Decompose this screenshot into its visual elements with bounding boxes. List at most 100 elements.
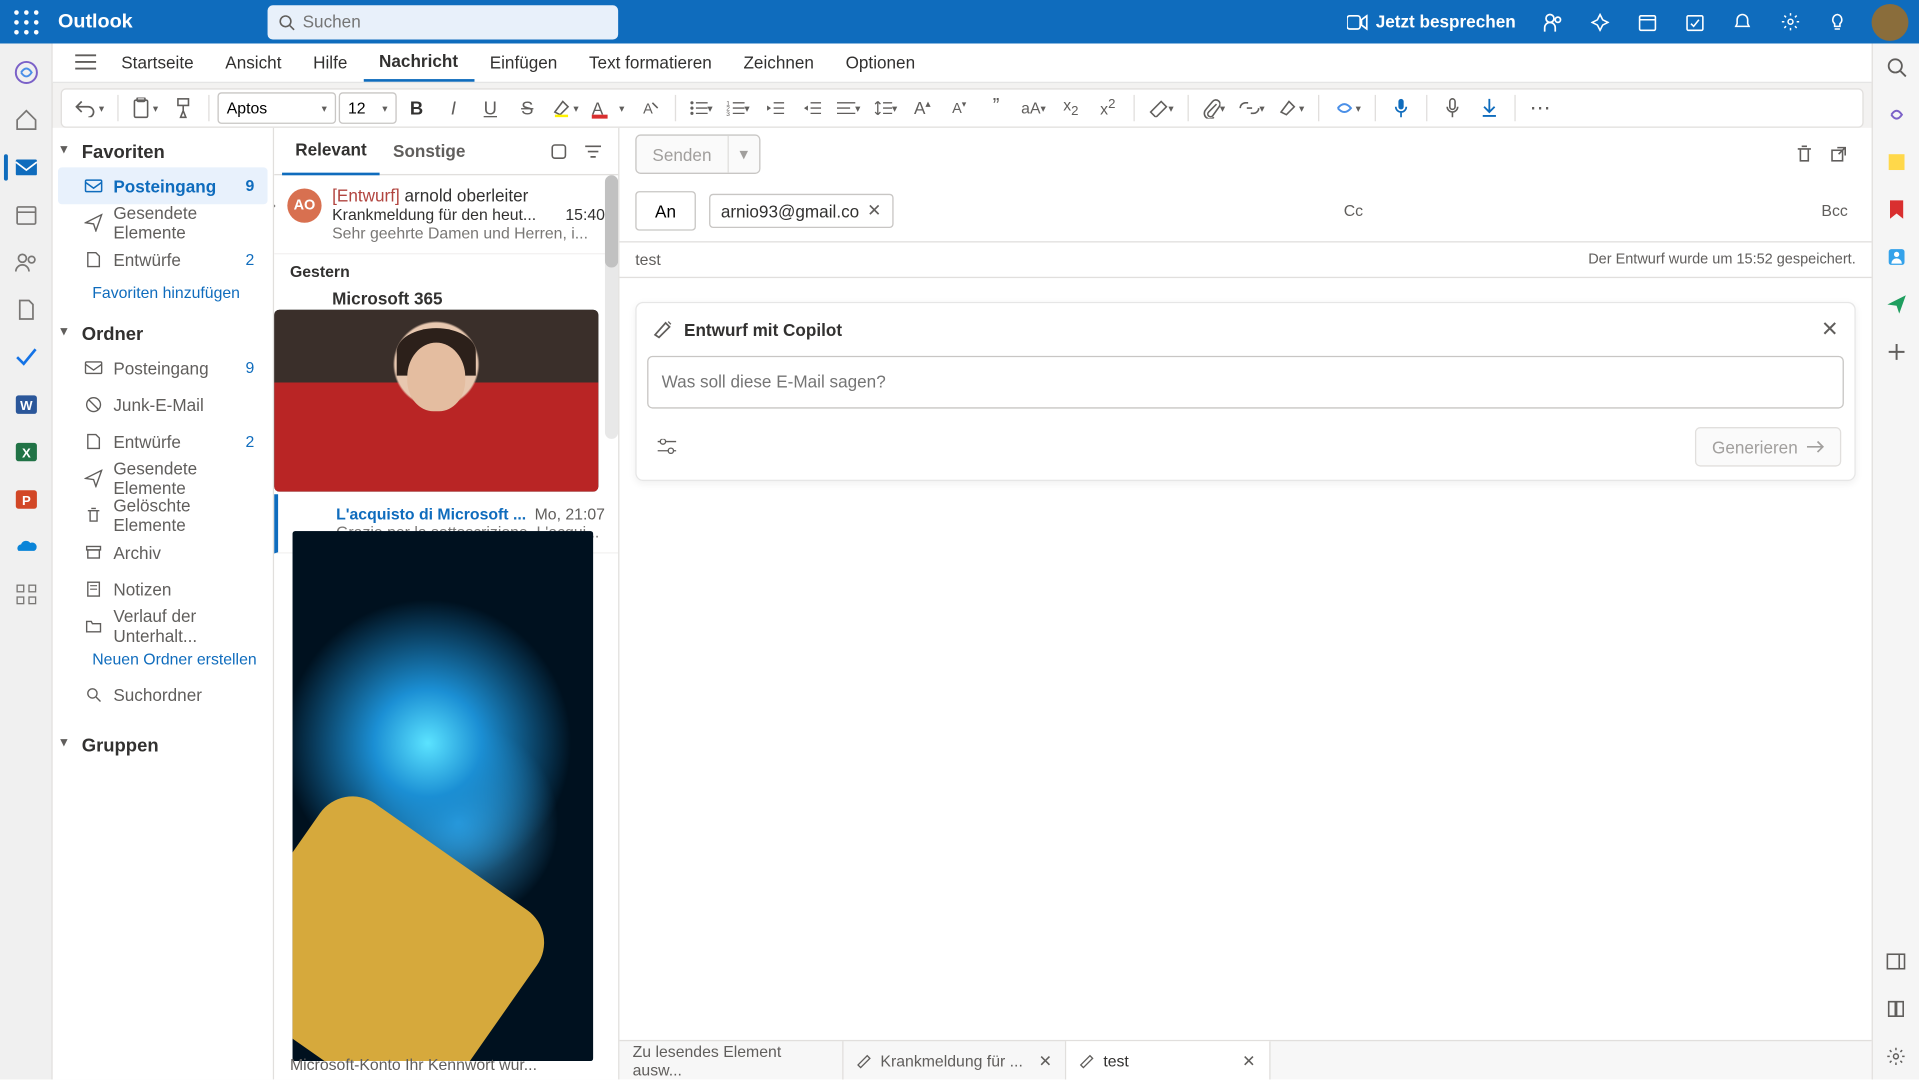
font-select[interactable]: Aptos▾: [218, 92, 337, 124]
outdent-button[interactable]: [758, 91, 792, 125]
font-color-button[interactable]: A▾: [587, 91, 630, 125]
align-button[interactable]: ▾: [831, 91, 865, 125]
subscript-button[interactable]: x2: [1054, 91, 1088, 125]
numbering-button[interactable]: 123▾: [721, 91, 755, 125]
fav-sent[interactable]: Gesendete Elemente: [58, 204, 268, 241]
rr-settings-icon[interactable]: [1872, 1032, 1919, 1079]
change-case-button[interactable]: aA▾: [1016, 91, 1051, 125]
remove-recipient-icon[interactable]: ✕: [867, 200, 881, 221]
rail-onedrive[interactable]: [0, 523, 52, 570]
rr-plus-icon[interactable]: [1872, 328, 1919, 375]
superscript-button[interactable]: x2: [1091, 91, 1125, 125]
generate-button[interactable]: Generieren: [1695, 427, 1841, 467]
folder-inbox[interactable]: Posteingang9: [58, 349, 268, 386]
ml-tab-relevant[interactable]: Relevant: [282, 128, 380, 175]
tab-help[interactable]: Hilfe: [297, 42, 363, 82]
close-tab-icon[interactable]: ✕: [1242, 1051, 1255, 1069]
rr-bookmark-icon[interactable]: [1872, 186, 1919, 233]
tab-message[interactable]: Nachricht: [363, 42, 474, 82]
line-spacing-button[interactable]: ▾: [868, 91, 902, 125]
rr-panel-icon[interactable]: [1872, 937, 1919, 984]
new-folder[interactable]: Neuen Ordner erstellen: [53, 645, 273, 677]
underline-button[interactable]: U: [473, 91, 507, 125]
rail-calendar[interactable]: [0, 191, 52, 238]
close-tab-icon[interactable]: ✕: [1039, 1051, 1052, 1069]
search-folders[interactable]: Suchordner: [58, 676, 268, 713]
ml-select-icon[interactable]: [542, 134, 576, 168]
message-item-1[interactable]: › AO [Entwurf] arnold oberleiter Krankme…: [274, 175, 618, 254]
discard-button[interactable]: [1787, 137, 1821, 171]
undo-button[interactable]: ▾: [70, 91, 110, 125]
calendar-day-icon[interactable]: [1624, 0, 1671, 43]
rail-files[interactable]: [0, 286, 52, 333]
folder-notes[interactable]: Notizen: [58, 571, 268, 608]
copilot-ribbon-button[interactable]: ▾: [1327, 91, 1367, 125]
copilot-input[interactable]: [662, 372, 1830, 392]
lightbulb-icon[interactable]: [1814, 0, 1861, 43]
search-box[interactable]: [267, 5, 618, 39]
tab-view[interactable]: Ansicht: [209, 42, 297, 82]
folders-header[interactable]: Ordner: [53, 310, 273, 350]
rail-people[interactable]: [0, 239, 52, 286]
rail-powerpoint[interactable]: P: [0, 476, 52, 523]
search-input[interactable]: [303, 12, 608, 32]
tab-start[interactable]: Startseite: [105, 42, 209, 82]
close-icon[interactable]: ✕: [1821, 316, 1839, 342]
folder-junk[interactable]: Junk-E-Mail: [58, 386, 268, 423]
ml-filter-icon[interactable]: [576, 134, 610, 168]
font-size-select[interactable]: 12▾: [339, 92, 397, 124]
app-launcher-icon[interactable]: [0, 0, 53, 43]
favorites-header[interactable]: Favoriten: [53, 128, 273, 168]
strike-button[interactable]: S: [510, 91, 544, 125]
premium-icon[interactable]: [1576, 0, 1623, 43]
account-avatar[interactable]: [1872, 3, 1909, 40]
highlight-button[interactable]: ▾: [547, 91, 584, 125]
rail-todo[interactable]: [0, 333, 52, 380]
indent-button[interactable]: [794, 91, 828, 125]
chevron-down-icon[interactable]: ▾: [727, 136, 759, 173]
send-button[interactable]: Senden ▾: [635, 134, 760, 174]
format-painter-button[interactable]: [166, 91, 200, 125]
btab-3[interactable]: test✕: [1066, 1041, 1270, 1080]
increase-font-button[interactable]: A▴: [905, 91, 939, 125]
folder-history[interactable]: Verlauf der Unterhalt...: [58, 608, 268, 645]
signature-button[interactable]: ▾: [1273, 91, 1310, 125]
fav-drafts[interactable]: Entwürfe2: [58, 241, 268, 278]
folder-deleted[interactable]: Gelöschte Elemente: [58, 497, 268, 534]
btab-2[interactable]: Krankmeldung für ...✕: [844, 1041, 1067, 1080]
bullets-button[interactable]: ▾: [684, 91, 718, 125]
rr-send-icon[interactable]: [1872, 281, 1919, 328]
rr-contact-icon[interactable]: [1872, 233, 1919, 280]
bell-icon[interactable]: [1719, 0, 1766, 43]
btab-1[interactable]: Zu lesendes Element ausw...: [619, 1041, 843, 1080]
rr-search-icon[interactable]: [1872, 43, 1919, 90]
clear-format-button[interactable]: A: [632, 91, 666, 125]
tab-insert[interactable]: Einfügen: [474, 42, 573, 82]
folder-sent[interactable]: Gesendete Elemente: [58, 460, 268, 497]
to-button[interactable]: An: [635, 191, 696, 231]
tab-format[interactable]: Text formatieren: [573, 42, 727, 82]
teams-icon[interactable]: [1529, 0, 1576, 43]
my-day-icon[interactable]: [1671, 0, 1718, 43]
add-favorite[interactable]: Favoriten hinzufügen: [53, 278, 273, 310]
rr-book-icon[interactable]: [1872, 985, 1919, 1032]
copilot-options-icon[interactable]: [650, 430, 684, 464]
bold-button[interactable]: B: [399, 91, 433, 125]
ml-tab-other[interactable]: Sonstige: [380, 128, 479, 175]
attach-button[interactable]: ▾: [1196, 91, 1230, 125]
cc-button[interactable]: Cc: [1336, 202, 1371, 220]
paste-button[interactable]: ▾: [127, 91, 164, 125]
hamburger-icon[interactable]: [66, 42, 106, 82]
quote-button[interactable]: ˮ: [979, 91, 1013, 125]
folder-drafts[interactable]: Entwürfe2: [58, 423, 268, 460]
italic-button[interactable]: I: [436, 91, 470, 125]
styles-button[interactable]: ▾: [1142, 91, 1179, 125]
download-button[interactable]: [1472, 91, 1506, 125]
rail-home[interactable]: [0, 96, 52, 143]
subject-field[interactable]: test: [635, 250, 660, 268]
rail-more-apps[interactable]: [0, 571, 52, 618]
decrease-font-button[interactable]: A▾: [942, 91, 976, 125]
more-button[interactable]: ⋯: [1523, 91, 1557, 125]
rr-note-icon[interactable]: [1872, 138, 1919, 185]
rail-copilot[interactable]: [0, 49, 52, 96]
